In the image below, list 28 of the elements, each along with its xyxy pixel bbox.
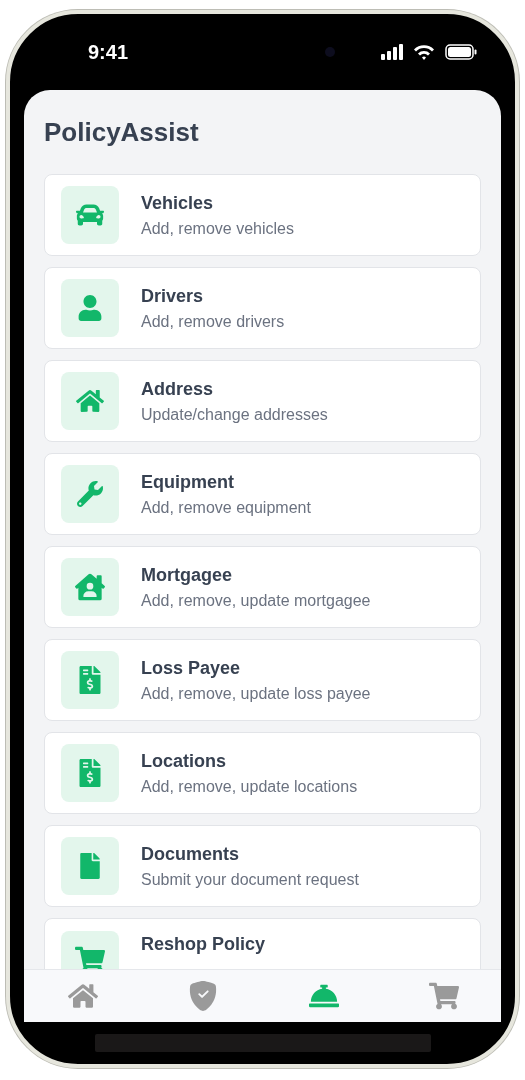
menu-card[interactable]: Vehicles Add, remove vehicles bbox=[44, 174, 481, 256]
card-title: Equipment bbox=[141, 471, 235, 493]
card-title: Reshop Policy bbox=[141, 934, 266, 955]
card-subtitle: Add, remove equipment bbox=[141, 498, 311, 517]
menu-card[interactable]: Equipment Add, remove equipment bbox=[44, 453, 481, 535]
card-subtitle: Add, remove, update locations bbox=[141, 777, 358, 796]
card-title: Mortgagee bbox=[141, 564, 233, 586]
menu-card[interactable]: Loss Payee Add, remove, update loss payee bbox=[44, 639, 481, 721]
card-title: Locations bbox=[141, 750, 227, 772]
menu-card[interactable]: Mortgagee Add, remove, update mortgagee bbox=[44, 546, 481, 628]
card-title: Drivers bbox=[141, 285, 205, 307]
menu-card[interactable]: Drivers Add, remove drivers bbox=[44, 267, 481, 349]
card-subtitle: Add, remove, update mortgagee bbox=[141, 591, 371, 610]
menu-card[interactable]: Reshop Policy bbox=[44, 918, 481, 969]
card-title: Documents bbox=[141, 843, 240, 865]
menu-card[interactable]: Locations Add, remove, update locations bbox=[44, 732, 481, 814]
card-subtitle: Add, remove vehicles bbox=[141, 219, 294, 238]
card-title: Address bbox=[141, 378, 215, 400]
status-time: 9:41 bbox=[88, 40, 130, 64]
menu-card[interactable]: Documents Submit your document request bbox=[44, 825, 481, 907]
card-subtitle: Add, remove, update loss payee bbox=[141, 684, 371, 703]
card-subtitle: Update/change addresses bbox=[141, 405, 328, 424]
card-subtitle: Add, remove drivers bbox=[141, 312, 285, 331]
menu-card[interactable]: Address Update/change addresses bbox=[44, 360, 481, 442]
card-title: Loss Payee bbox=[141, 657, 242, 679]
card-title: Vehicles bbox=[141, 192, 215, 214]
app-title: PolicyAssist bbox=[43, 116, 200, 149]
card-subtitle: Submit your document request bbox=[141, 870, 359, 889]
